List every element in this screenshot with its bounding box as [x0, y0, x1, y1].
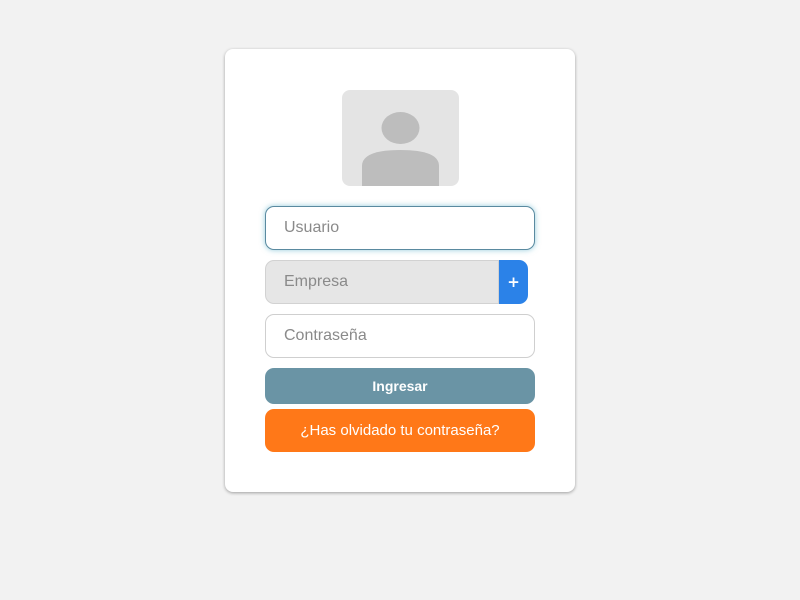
add-company-button[interactable]: +: [499, 260, 528, 304]
login-button[interactable]: Ingresar: [265, 368, 535, 404]
username-input[interactable]: [265, 206, 535, 250]
password-input[interactable]: [265, 314, 535, 358]
login-card: + Ingresar ¿Has olvidado tu contraseña?: [225, 49, 575, 492]
user-silhouette-icon: [362, 112, 439, 186]
user-avatar: [342, 90, 459, 186]
company-input[interactable]: [265, 260, 499, 304]
forgot-password-button[interactable]: ¿Has olvidado tu contraseña?: [265, 409, 535, 452]
